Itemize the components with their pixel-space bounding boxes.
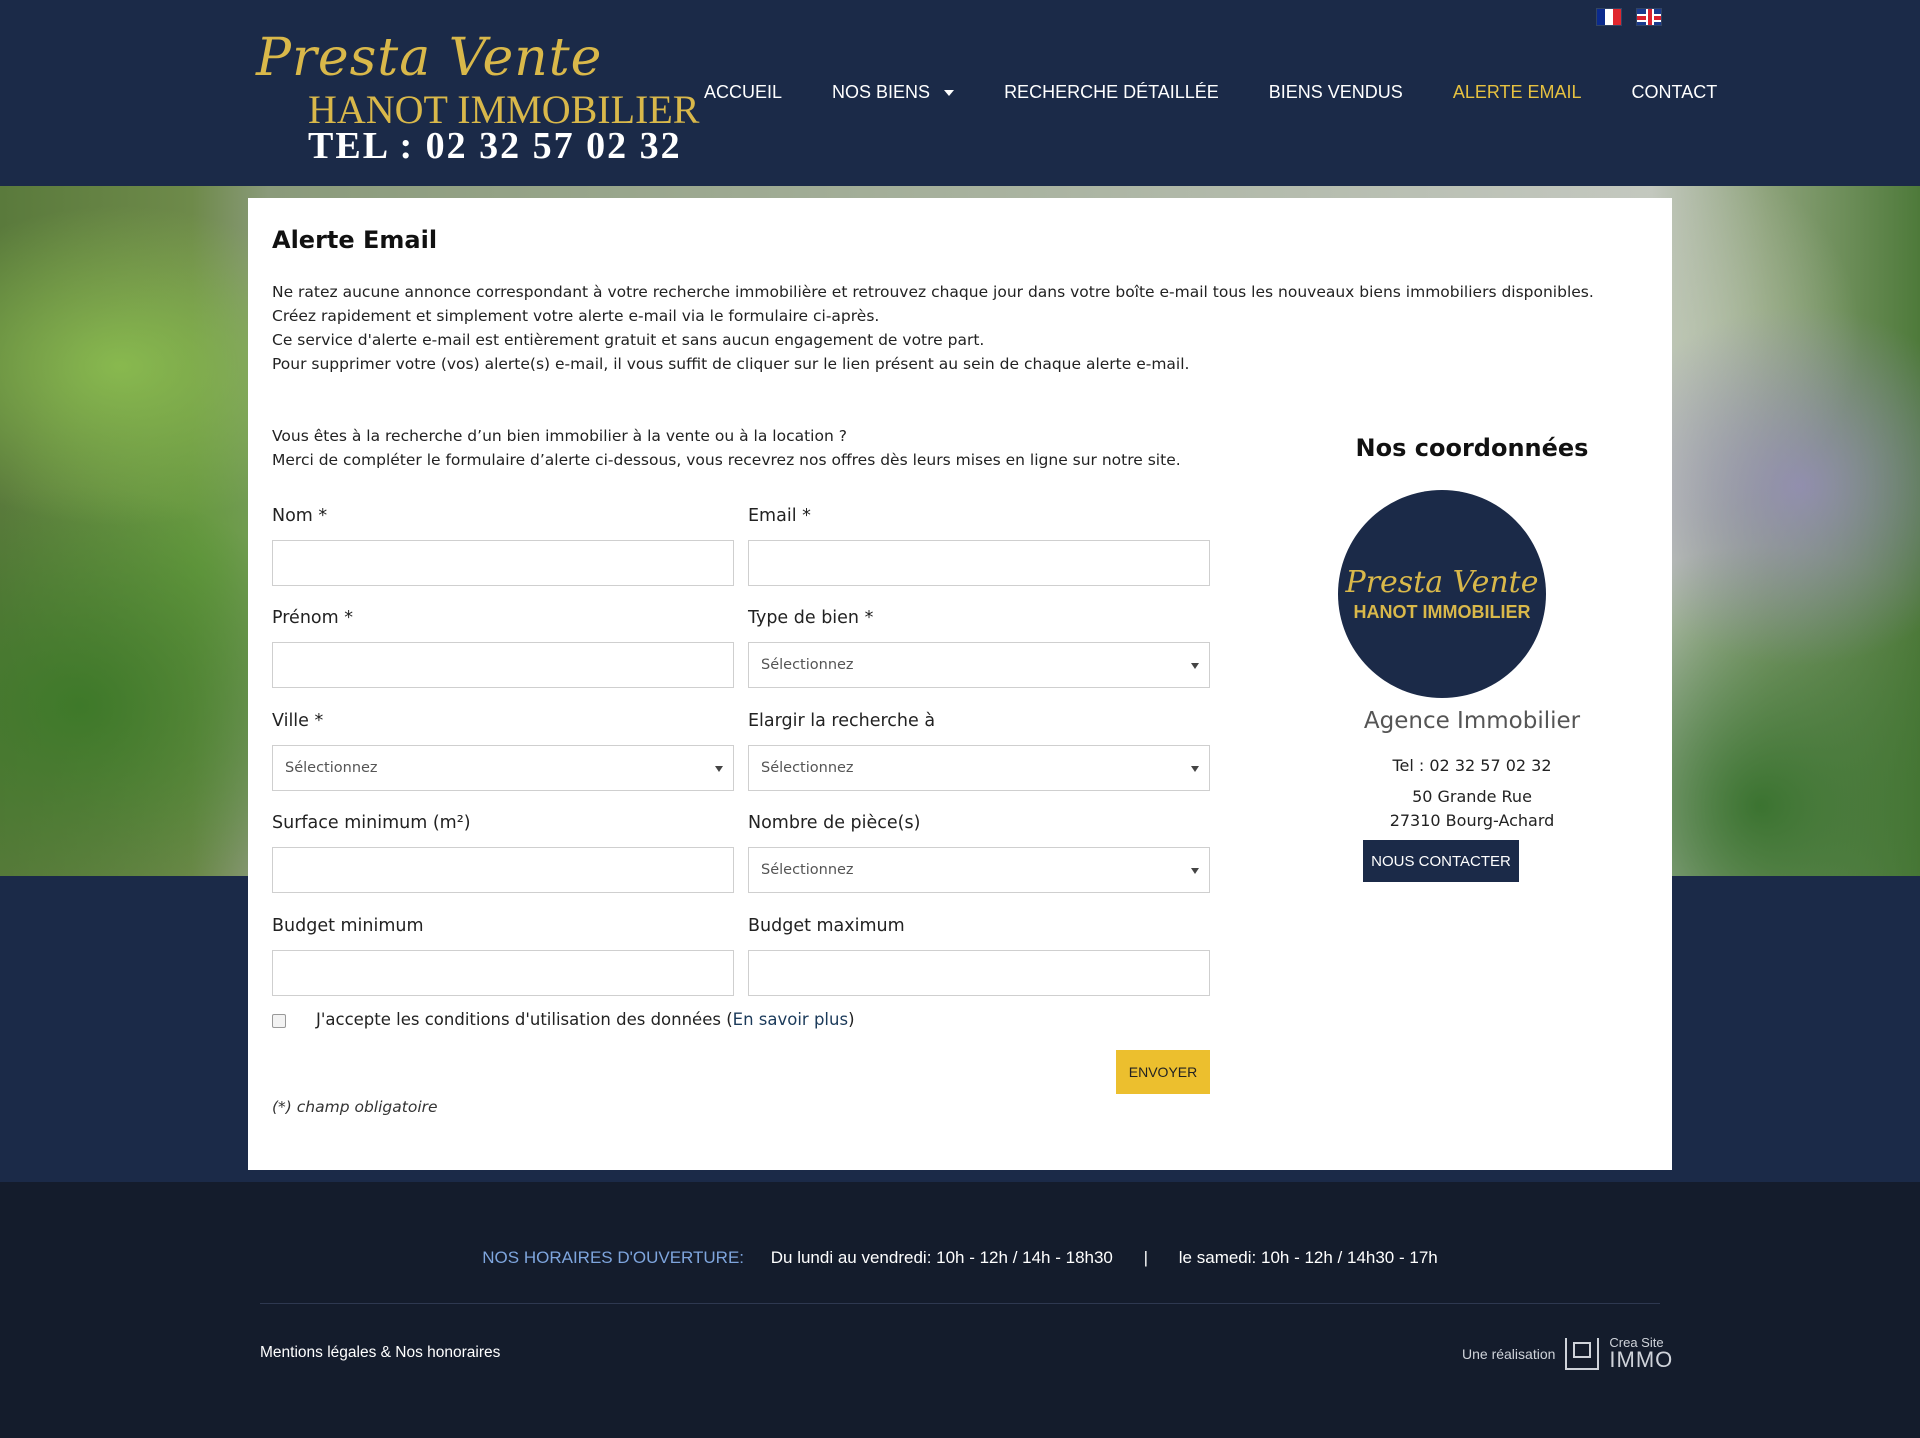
budget-min-label: Budget minimum — [272, 916, 424, 936]
intro-text: Ne ratez aucune annonce correspondant à … — [272, 280, 1652, 376]
site-footer: NOS HORAIRES D'OUVERTURE: Du lundi au ve… — [0, 1182, 1920, 1438]
logo-phone-text: TEL : 02 32 57 02 32 — [308, 125, 682, 167]
consent-label: J'accepte les conditions d'utilisation d… — [316, 1010, 733, 1029]
form-lead-text: Vous êtes à la recherche d’un bien immob… — [272, 424, 1181, 472]
intro-line: Ne ratez aucune annonce correspondant à … — [272, 283, 1594, 301]
agency-logo: Presta Vente HANOT IMMOBILIER — [1338, 490, 1546, 698]
required-note: (*) champ obligatoire — [272, 1098, 438, 1116]
credit-brand: Crea Site IMMO — [1609, 1336, 1673, 1371]
surface-label: Surface minimum (m²) — [272, 813, 471, 833]
pieces-label: Nombre de pièce(s) — [748, 813, 921, 833]
nav-item-nos-biens[interactable]: NOS BIENS — [832, 82, 955, 103]
elargir-select[interactable]: Sélectionnez — [748, 745, 1210, 791]
nav-item-alerte-email[interactable]: ALERTE EMAIL — [1453, 82, 1582, 103]
nom-label: Nom * — [272, 506, 328, 526]
intro-line: Ce service d'alerte e-mail est entièreme… — [272, 331, 985, 349]
envoyer-button[interactable]: ENVOYER — [1116, 1050, 1210, 1094]
hours-saturday: le samedi: 10h - 12h / 14h30 - 17h — [1178, 1248, 1438, 1267]
dropdown-arrow-icon — [1191, 868, 1199, 874]
site-credit[interactable]: Une réalisation Crea Site IMMO — [1462, 1336, 1673, 1371]
elargir-label: Elargir la recherche à — [748, 711, 936, 731]
select-value: Sélectionnez — [761, 760, 854, 776]
main-nav: ACCUEIL NOS BIENS RECHERCHE DÉTAILLÉE BI… — [704, 82, 1717, 103]
language-switcher — [1596, 8, 1662, 26]
en-savoir-plus-link[interactable]: En savoir plus — [733, 1010, 848, 1029]
select-value: Sélectionnez — [761, 862, 854, 878]
nav-label: NOS BIENS — [832, 82, 931, 102]
email-label: Email * — [748, 506, 811, 526]
type-bien-label: Type de bien * — [748, 608, 874, 628]
dropdown-arrow-icon — [1191, 766, 1199, 772]
uk-flag-icon[interactable] — [1636, 8, 1662, 26]
pieces-select[interactable]: Sélectionnez — [748, 847, 1210, 893]
agency-address-city: 27310 Bourg-Achard — [1389, 811, 1555, 830]
caret-down-icon — [944, 89, 955, 96]
consent-text: J'accepte les conditions d'utilisation d… — [316, 1010, 855, 1029]
lead-line: Vous êtes à la recherche d’un bien immob… — [272, 427, 847, 445]
type-bien-select[interactable]: Sélectionnez — [748, 642, 1210, 688]
prenom-input[interactable] — [272, 642, 734, 688]
prenom-label: Prénom * — [272, 608, 353, 628]
budget-min-input[interactable] — [272, 950, 734, 996]
mentions-legales-link[interactable]: Mentions légales & Nos honoraires — [260, 1344, 500, 1362]
credit-brand-bottom: IMMO — [1609, 1347, 1674, 1372]
nav-label: BIENS VENDUS — [1268, 82, 1403, 102]
consent-end: ) — [848, 1010, 855, 1029]
hours-separator: | — [1143, 1248, 1149, 1267]
nav-item-accueil[interactable]: ACCUEIL — [704, 82, 782, 103]
email-input[interactable] — [748, 540, 1210, 586]
agency-logo-company: HANOT IMMOBILIER — [1353, 602, 1531, 622]
french-flag-icon[interactable] — [1596, 8, 1622, 26]
sidebar-title: Nos coordonnées — [1355, 434, 1589, 462]
agency-logo-script: Presta Vente — [1345, 565, 1539, 600]
site-header: Presta Vente HANOT IMMOBILIER TEL : 02 3… — [0, 0, 1920, 186]
agency-phone: Tel : 02 32 57 02 32 — [1392, 756, 1552, 775]
surface-input[interactable] — [272, 847, 734, 893]
ville-select[interactable]: Sélectionnez — [272, 745, 734, 791]
consent-checkbox[interactable] — [272, 1014, 286, 1028]
footer-divider — [260, 1303, 1660, 1304]
content-card: Alerte Email Ne ratez aucune annonce cor… — [248, 198, 1672, 1170]
lead-line: Merci de compléter le formulaire d’alert… — [272, 451, 1181, 469]
agency-name: Agence Immobilier — [1363, 708, 1581, 734]
opening-hours: NOS HORAIRES D'OUVERTURE: Du lundi au ve… — [0, 1248, 1920, 1268]
nom-input[interactable] — [272, 540, 734, 586]
agency-address-street: 50 Grande Rue — [1412, 787, 1532, 806]
nav-item-biens-vendus[interactable]: BIENS VENDUS — [1269, 82, 1403, 103]
nav-label: ACCUEIL — [704, 82, 783, 102]
page-title: Alerte Email — [272, 226, 438, 254]
nous-contacter-button[interactable]: NOUS CONTACTER — [1363, 840, 1519, 882]
select-value: Sélectionnez — [285, 760, 378, 776]
credit-label: Une réalisation — [1462, 1345, 1556, 1362]
nav-item-recherche-detaillee[interactable]: RECHERCHE DÉTAILLÉE — [1004, 82, 1219, 103]
hours-weekdays: Du lundi au vendredi: 10h - 12h / 14h - … — [770, 1248, 1113, 1267]
nav-item-contact[interactable]: CONTACT — [1632, 82, 1718, 103]
hours-label: NOS HORAIRES D'OUVERTURE: — [482, 1248, 745, 1267]
budget-max-label: Budget maximum — [748, 916, 905, 936]
select-value: Sélectionnez — [761, 657, 854, 673]
crea-site-logo-icon — [1565, 1337, 1600, 1370]
intro-line: Pour supprimer votre (vos) alerte(s) e-m… — [272, 355, 1190, 373]
intro-line: Créez rapidement et simplement votre ale… — [272, 307, 880, 325]
dropdown-arrow-icon — [1191, 663, 1199, 669]
logo-script-text: Presta Vente — [256, 28, 603, 88]
site-logo[interactable]: Presta Vente HANOT IMMOBILIER TEL : 02 3… — [256, 28, 699, 167]
nav-label: ALERTE EMAIL — [1452, 82, 1582, 102]
budget-max-input[interactable] — [748, 950, 1210, 996]
nav-label: RECHERCHE DÉTAILLÉE — [1004, 82, 1219, 102]
ville-label: Ville * — [272, 711, 324, 731]
nav-label: CONTACT — [1631, 82, 1718, 102]
dropdown-arrow-icon — [715, 766, 723, 772]
